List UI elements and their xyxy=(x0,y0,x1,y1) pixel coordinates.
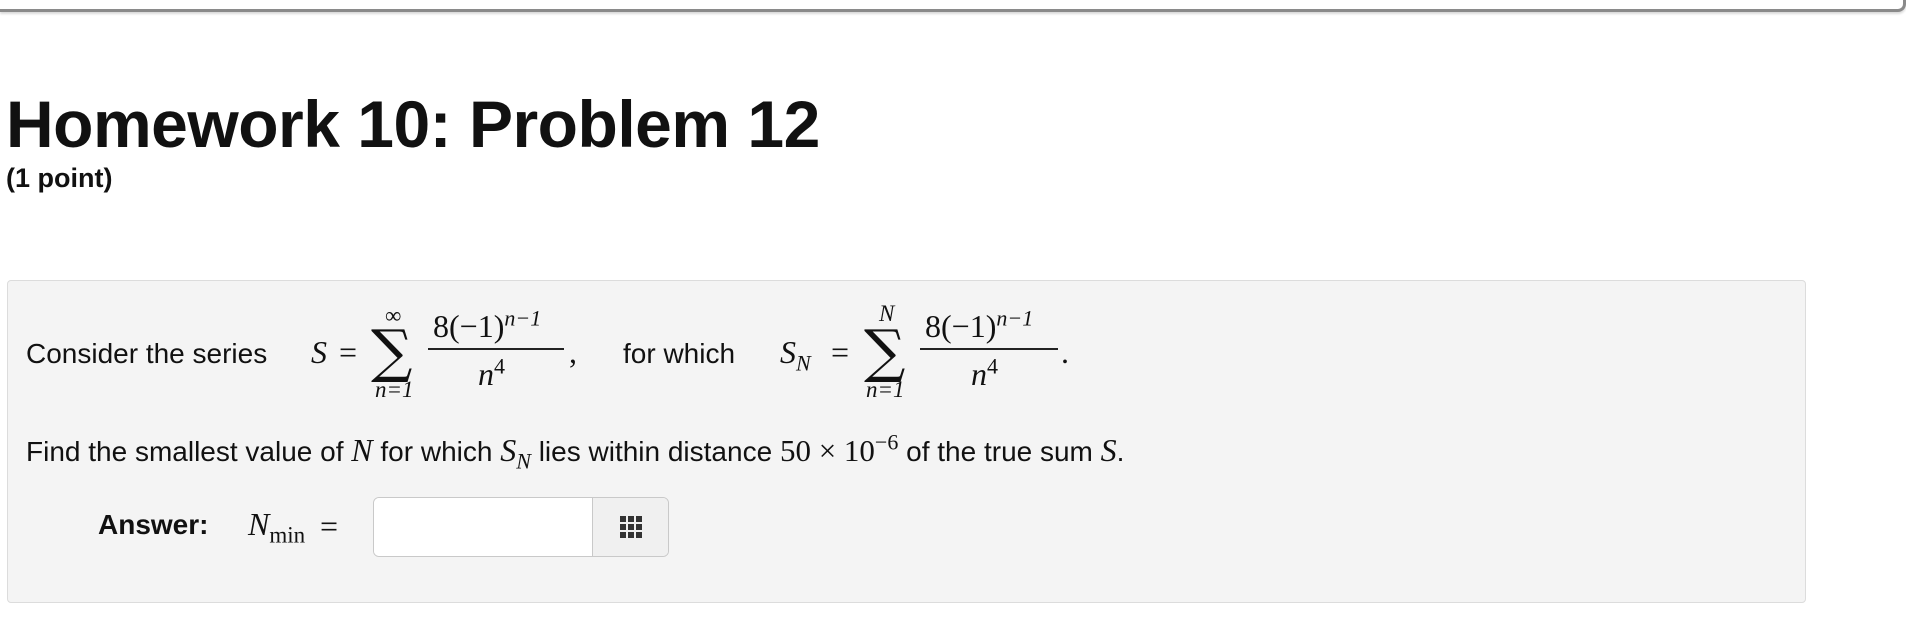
partial-sum-lhs-var: S xyxy=(780,334,796,370)
question-part2: for which xyxy=(380,436,493,467)
answer-field-container xyxy=(373,497,669,557)
series-denominator: n4 xyxy=(478,353,505,392)
partial-sum-numerator-exp: n−1 xyxy=(996,305,1034,331)
series-numerator-exp: n−1 xyxy=(504,305,542,331)
page-title: Homework 10: Problem 12 xyxy=(6,87,820,161)
question-var-s-sub: N xyxy=(516,448,531,474)
equation-editor-button[interactable] xyxy=(592,498,668,556)
series-sigma: ∑ xyxy=(371,317,413,385)
series-fraction-bar xyxy=(428,348,564,350)
question-var-s: S xyxy=(500,432,517,468)
grid-icon xyxy=(619,516,642,538)
question-distance-exp: −6 xyxy=(874,429,899,455)
points-label: (1 point) xyxy=(6,163,113,193)
intro-text: Consider the series xyxy=(26,338,268,369)
answer-input[interactable] xyxy=(374,498,592,556)
answer-variable: Nmin xyxy=(248,506,305,546)
question-var-s-true: S xyxy=(1100,432,1117,468)
partial-sum-denominator-exp: 4 xyxy=(987,353,998,379)
question-part1: Find the smallest value of xyxy=(26,436,344,467)
partial-sum-period: . xyxy=(1061,334,1069,370)
series-comma: , xyxy=(569,334,577,370)
partial-sum-numerator-coef: 8(−1) xyxy=(925,308,997,344)
question-var-n: N xyxy=(351,432,373,468)
series-numerator: 8(−1)n−1 xyxy=(433,305,542,344)
series-lhs: S xyxy=(311,334,327,370)
question-part3: lies within distance xyxy=(538,436,773,467)
question-period: . xyxy=(1116,436,1125,467)
series-denominator-exp: 4 xyxy=(494,353,505,379)
question-distance-base: 50 × 10 xyxy=(779,433,875,468)
series-sum-lower: n=1 xyxy=(375,377,414,402)
top-window-frame xyxy=(0,0,1906,12)
question-distance: 50 × 10−6 xyxy=(779,429,899,468)
partial-sum-lhs-sub: N xyxy=(796,350,811,376)
question-part4: of the true sum xyxy=(906,436,1093,467)
answer-var-sub: min xyxy=(269,522,306,548)
partial-sum-denominator-base: n xyxy=(971,356,987,392)
partial-sum-lower: n=1 xyxy=(866,377,905,402)
partial-sum-numerator: 8(−1)n−1 xyxy=(925,305,1034,344)
partial-sum-denominator: n4 xyxy=(971,353,998,392)
question-var-sn: SN xyxy=(500,432,531,472)
partial-sum-sigma: ∑ xyxy=(864,317,906,385)
partial-sum-equals: = xyxy=(831,334,850,370)
partial-sum-fraction-bar xyxy=(920,348,1058,350)
series-denominator-base: n xyxy=(478,356,494,392)
series-numerator-coef: 8(−1) xyxy=(433,308,505,344)
connector-text: for which xyxy=(623,338,736,369)
answer-equals: = xyxy=(320,508,339,544)
question-text: Find the smallest value of N for which S… xyxy=(26,429,1125,472)
series-equals: = xyxy=(339,334,358,370)
answer-var: N xyxy=(248,506,270,542)
answer-label: Answer: xyxy=(98,509,209,540)
partial-sum-lhs: SN xyxy=(780,334,811,374)
